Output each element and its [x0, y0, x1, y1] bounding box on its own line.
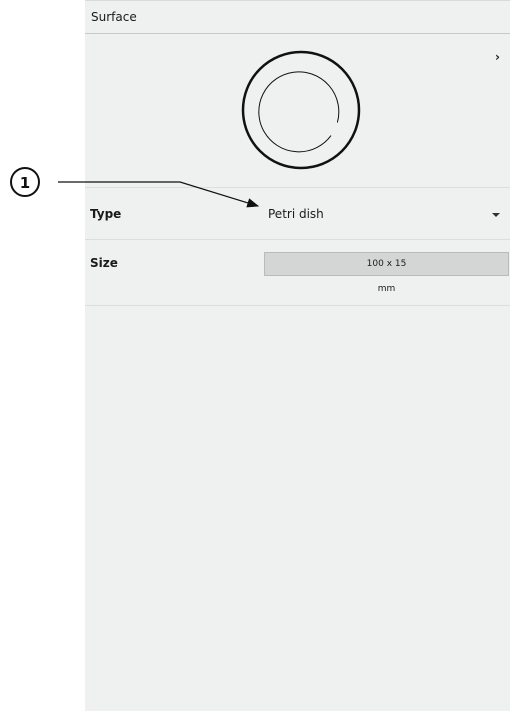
- callout-marker: 1: [10, 167, 40, 197]
- chevron-right-icon[interactable]: ›: [495, 50, 500, 64]
- type-row: Type Petri dish: [85, 188, 510, 240]
- surface-panel: Surface › Type Petri dish Size 100 x 15 …: [85, 0, 510, 711]
- petri-dish-icon: [241, 50, 361, 170]
- type-value: Petri dish: [268, 207, 324, 221]
- type-dropdown[interactable]: Petri dish: [261, 200, 510, 228]
- size-label: Size: [90, 256, 118, 270]
- caret-down-icon: [492, 213, 500, 217]
- panel-title: Surface: [91, 10, 137, 24]
- panel-header: Surface: [85, 0, 510, 34]
- size-row: Size 100 x 15 mm: [85, 240, 510, 306]
- callout-number: 1: [19, 174, 31, 192]
- size-unit: mm: [377, 284, 396, 294]
- surface-preview: ›: [85, 34, 510, 188]
- type-label: Type: [90, 207, 122, 221]
- size-field[interactable]: 100 x 15: [264, 252, 509, 276]
